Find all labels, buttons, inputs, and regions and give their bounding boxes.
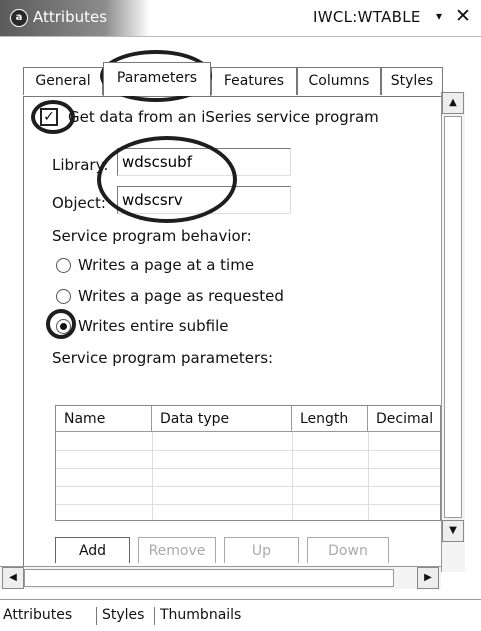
library-field[interactable] <box>117 148 291 176</box>
table-column-divider <box>292 432 293 520</box>
bottom-tab-thumbnails[interactable]: Thumbnails <box>160 607 241 623</box>
column-header-length[interactable]: Length <box>292 406 368 432</box>
tab-styles[interactable]: Styles <box>381 67 443 95</box>
tab-label: Parameters <box>116 70 198 86</box>
radio-entire-subfile[interactable] <box>56 319 71 334</box>
tab-general[interactable]: General <box>23 67 103 95</box>
table-row[interactable] <box>56 504 440 505</box>
radio-entire-subfile-label: Writes entire subfile <box>78 317 229 335</box>
table-row[interactable] <box>56 486 440 487</box>
radio-page-as-requested-label: Writes a page as requested <box>78 287 284 305</box>
column-header-decimal[interactable]: Decimal <box>368 406 440 432</box>
tab-label: Styles <box>390 73 434 89</box>
table-row[interactable] <box>56 450 440 451</box>
tab-bar: General Parameters Features Columns Styl… <box>23 62 443 96</box>
bottom-tab-attributes[interactable]: Attributes <box>3 607 72 623</box>
tab-columns[interactable]: Columns <box>297 67 381 95</box>
column-header-name[interactable]: Name <box>56 406 152 432</box>
table-row[interactable] <box>56 468 440 469</box>
scroll-left-icon[interactable]: ◀ <box>2 567 24 589</box>
get-data-checkbox[interactable]: ✓ <box>40 108 58 126</box>
table-column-divider <box>368 432 369 520</box>
radio-page-as-requested[interactable] <box>56 289 71 304</box>
view-title-bar: a Attributes IWCL:WTABLE ▾ ✕ <box>0 0 481 37</box>
parameters-table[interactable]: Name Data type Length Decimal <box>55 405 441 521</box>
bottom-tab-styles[interactable]: Styles <box>102 607 144 623</box>
behavior-heading: Service program behavior: <box>52 227 252 245</box>
tab-label: Columns <box>308 73 370 89</box>
radio-page-at-time[interactable] <box>56 258 71 273</box>
scroll-right-icon[interactable]: ▶ <box>417 567 439 589</box>
scroll-down-icon[interactable]: ▼ <box>442 520 464 542</box>
object-label: Object: <box>52 194 106 212</box>
table-column-divider <box>152 432 153 520</box>
add-button[interactable]: Add <box>55 537 130 563</box>
bottom-tab-bar: Attributes Styles Thumbnails <box>0 599 481 631</box>
tab-label: Features <box>223 73 285 89</box>
remove-button[interactable]: Remove <box>138 537 216 563</box>
up-button[interactable]: Up <box>224 537 299 563</box>
tab-divider <box>23 96 443 97</box>
attributes-view: a Attributes IWCL:WTABLE ▾ ✕ General Par… <box>0 0 481 631</box>
column-header-data-type[interactable]: Data type <box>152 406 292 432</box>
view-tab[interactable]: a Attributes <box>0 0 150 36</box>
attributes-icon: a <box>10 9 28 27</box>
library-label: Library: <box>52 156 109 174</box>
tab-label: General <box>35 73 91 89</box>
scroll-up-icon[interactable]: ▲ <box>442 92 464 114</box>
get-data-label: Get data from an iSeries service program <box>68 108 379 126</box>
tab-separator <box>154 607 155 625</box>
down-button[interactable]: Down <box>307 537 389 563</box>
radio-page-at-time-label: Writes a page at a time <box>78 256 255 274</box>
horizontal-scroll-thumb[interactable] <box>24 569 394 587</box>
view-menu-icon[interactable]: ▾ <box>436 9 442 23</box>
horizontal-scrollbar[interactable]: ◀ ▶ <box>0 566 441 589</box>
pane-border <box>23 96 24 566</box>
tab-parameters[interactable]: Parameters <box>103 62 211 96</box>
object-field[interactable] <box>117 186 291 214</box>
context-label: IWCL:WTABLE <box>313 8 421 26</box>
tab-features[interactable]: Features <box>211 67 297 95</box>
parameters-heading: Service program parameters: <box>52 349 274 367</box>
view-title: Attributes <box>33 8 108 26</box>
tab-separator <box>96 607 97 625</box>
vertical-scrollbar[interactable]: ▲ ▼ <box>441 92 465 572</box>
vertical-scroll-thumb[interactable] <box>444 116 462 518</box>
close-icon[interactable]: ✕ <box>455 5 471 27</box>
